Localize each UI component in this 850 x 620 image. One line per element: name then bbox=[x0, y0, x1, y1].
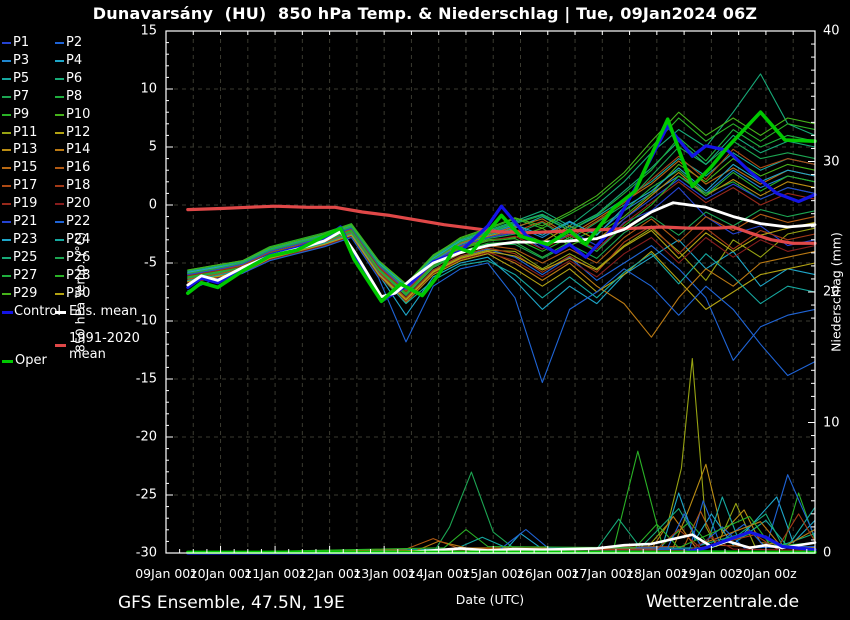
x-tick-label: 14Jan 00z bbox=[408, 566, 470, 581]
x-tick-label: 11Jan 00z bbox=[244, 566, 306, 581]
y-axis-left-title: 850 hPa Temp. (°C) bbox=[73, 232, 88, 352]
y-left-tick-label: -5 bbox=[117, 256, 157, 271]
x-tick-label: 18Jan 00z bbox=[626, 566, 688, 581]
x-tick-label: 12Jan 00z bbox=[299, 566, 361, 581]
y-right-tick-label: 0 bbox=[823, 546, 831, 561]
y-left-tick-label: -20 bbox=[117, 430, 157, 445]
series-P21 bbox=[188, 180, 815, 290]
y-right-tick-label: 20 bbox=[823, 285, 840, 300]
y-right-tick-label: 10 bbox=[823, 415, 840, 430]
series-P11-precip bbox=[188, 359, 815, 553]
y-right-tick-label: 30 bbox=[823, 154, 840, 169]
x-tick-label: 19Jan 00z bbox=[681, 566, 743, 581]
x-axis-title: Date (UTC) bbox=[456, 592, 524, 607]
x-tick-label: 09Jan 00z bbox=[135, 566, 197, 581]
footer-model-info: GFS Ensemble, 47.5N, 19E bbox=[118, 593, 345, 613]
footer-site-name: Wetterzentrale.de bbox=[646, 592, 799, 612]
x-tick-label: 15Jan 00z bbox=[462, 566, 524, 581]
y-left-tick-label: 15 bbox=[117, 24, 157, 39]
y-left-tick-label: 10 bbox=[117, 82, 157, 97]
series-P1 bbox=[188, 188, 815, 289]
y-right-tick-label: 40 bbox=[823, 24, 840, 39]
x-tick-label: 20Jan 00z bbox=[735, 566, 797, 581]
x-tick-label: 16Jan 00z bbox=[517, 566, 579, 581]
x-tick-label: 13Jan 00z bbox=[353, 566, 415, 581]
y-left-tick-label: -10 bbox=[117, 314, 157, 329]
plot-frame bbox=[166, 31, 815, 553]
series-P19 bbox=[188, 182, 815, 292]
series-P14-precip bbox=[188, 517, 815, 554]
y-left-tick-label: -25 bbox=[117, 488, 157, 503]
gfs-ensemble-meteogram: Dunavarsány (HU) 850 hPa Temp. & Nieders… bbox=[0, 0, 850, 620]
y-left-tick-label: -30 bbox=[117, 546, 157, 561]
y-left-tick-label: -15 bbox=[117, 372, 157, 387]
x-tick-label: 17Jan 00z bbox=[571, 566, 633, 581]
x-tick-label: 10Jan 00z bbox=[190, 566, 252, 581]
y-left-tick-label: 5 bbox=[117, 140, 157, 155]
y-left-tick-label: 0 bbox=[117, 198, 157, 213]
